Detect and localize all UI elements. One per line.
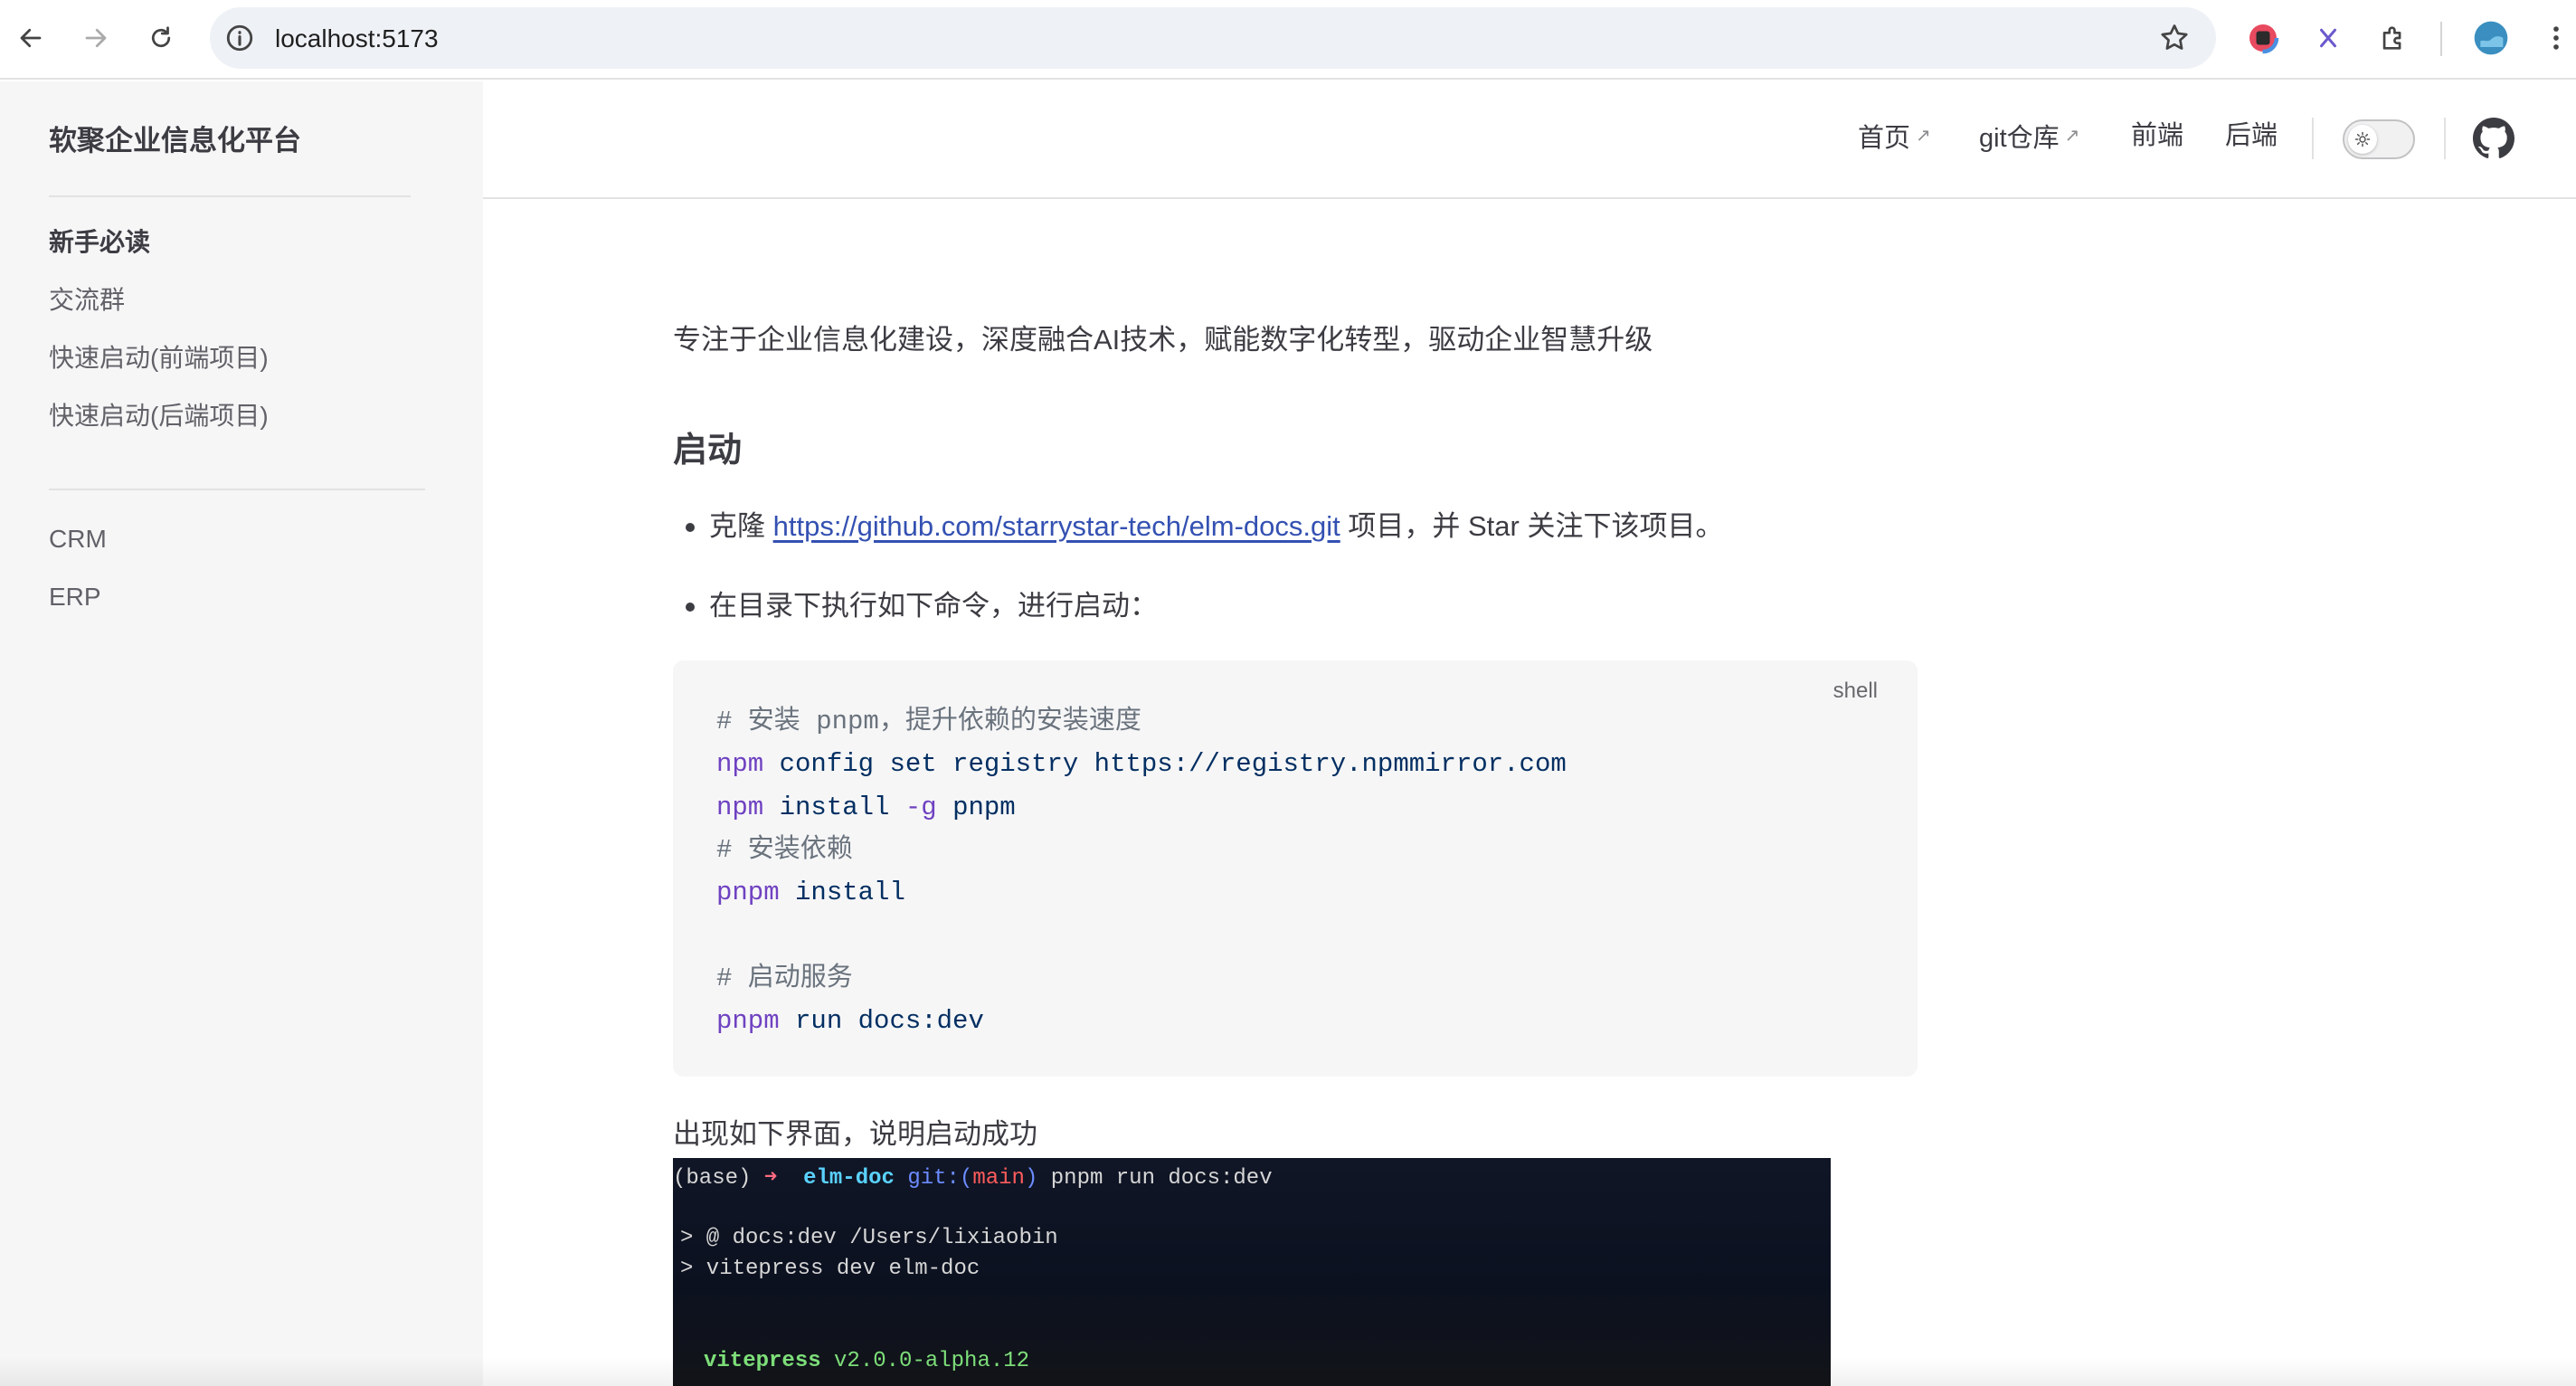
intro-text: 专注于企业信息化建设，深度融合AI技术，赋能数字化转型，驱动企业智慧升级: [673, 324, 1653, 356]
nav-divider: [2312, 118, 2314, 159]
terminal-output-line: > @ docs:dev /Users/lixiaobin: [680, 1226, 1058, 1250]
terminal-git: git:(: [907, 1166, 973, 1191]
site-info-icon[interactable]: [224, 23, 255, 53]
nav-link-git-repo[interactable]: git仓库 ↗: [1979, 118, 2079, 157]
code-language-label: shell: [1833, 679, 1878, 703]
code-args: install: [779, 878, 905, 908]
code-block: shell # 安装 pnpm，提升依赖的安装速度 npm config set…: [673, 660, 1918, 1077]
sidebar-divider: [49, 195, 411, 197]
github-icon[interactable]: [2473, 118, 2514, 159]
code-args: pnpm: [936, 792, 1016, 822]
nav-link-label: 首页: [1858, 124, 1911, 153]
nav-link-home[interactable]: 首页 ↗: [1858, 118, 1931, 157]
terminal-dir: elm-doc: [803, 1166, 895, 1191]
browser-toolbar: localhost:5173: [0, 0, 2576, 80]
external-link-icon: ↗: [2064, 126, 2080, 146]
sidebar-divider: [49, 489, 425, 490]
site-title[interactable]: 软聚企业信息化平台: [49, 118, 301, 158]
list-item-text: 项目，并 Star 关注下该项目。: [1340, 510, 1724, 542]
sidebar-item-erp[interactable]: ERP: [49, 579, 101, 615]
nav-divider: [2444, 118, 2446, 159]
list-item: 在目录下执行如下命令，进行启动：: [709, 590, 1158, 622]
arrow-left-icon: [20, 28, 42, 48]
extension-color-icon[interactable]: [2243, 18, 2283, 58]
terminal-git: ): [1024, 1166, 1038, 1191]
reload-icon: [151, 26, 171, 48]
terminal-arrow: ➜: [763, 1166, 778, 1191]
external-link-icon: ↗: [1916, 126, 1931, 146]
terminal-text: pnpm run docs:dev: [1037, 1166, 1273, 1191]
browser-menu-button[interactable]: [2536, 18, 2576, 58]
code-command: npm: [716, 749, 764, 780]
arrow-right-icon: [85, 28, 107, 48]
sidebar-item-quickstart-frontend[interactable]: 快速启动(前端项目): [49, 340, 269, 376]
terminal-screenshot: (base) ➜ elm-doc git:(main) pnpm run doc…: [673, 1158, 1831, 1386]
nav-link-label: git仓库: [1979, 124, 2060, 153]
code-args: run docs:dev: [779, 1006, 984, 1037]
nav-link-frontend[interactable]: 前端: [2131, 118, 2183, 154]
code-flag: -g: [904, 792, 937, 822]
sun-icon: [2348, 125, 2377, 154]
terminal-branch: main: [972, 1166, 1025, 1191]
sidebar-item-beginner[interactable]: 新手必读: [49, 224, 150, 261]
section-heading: 启动: [673, 432, 743, 470]
code-comment: # 启动服务: [716, 963, 853, 993]
extensions-puzzle-icon[interactable]: [2373, 18, 2413, 58]
code-command: pnpm: [716, 1006, 780, 1037]
url-text[interactable]: localhost:5173: [275, 24, 439, 54]
more-vert-icon: [2553, 26, 2559, 50]
code-command: npm: [716, 792, 764, 822]
top-navbar: 首页 ↗ git仓库 ↗ 前端 后端: [483, 81, 2576, 199]
sidebar-item-crm[interactable]: CRM: [49, 521, 107, 557]
bullet-dot: [686, 603, 695, 612]
theme-toggle[interactable]: [2343, 119, 2415, 159]
code-lines[interactable]: # 安装 pnpm，提升依赖的安装速度 npm config set regis…: [716, 700, 1567, 1042]
code-comment: # 安装依赖: [716, 834, 853, 865]
back-button[interactable]: [9, 16, 52, 60]
terminal-prompt-line: (base) ➜ elm-doc git:(main) pnpm run doc…: [673, 1165, 1273, 1192]
code-args: install: [763, 792, 905, 822]
toolbar-divider: [2440, 22, 2442, 56]
repo-link[interactable]: https://github.com/starrystar-tech/elm-d…: [773, 510, 1340, 542]
sidebar-item-group-chat[interactable]: 交流群: [49, 282, 125, 318]
profile-avatar[interactable]: [2471, 18, 2511, 58]
bullet-dot: [686, 523, 695, 532]
address-bar[interactable]: localhost:5173: [210, 7, 2216, 69]
reload-button[interactable]: [139, 16, 183, 60]
list-item-text: 克隆: [709, 510, 773, 542]
sidebar: 软聚企业信息化平台 新手必读 交流群 快速启动(前端项目) 快速启动(后端项目)…: [0, 81, 483, 1386]
bookmark-star-icon[interactable]: [2158, 22, 2191, 54]
nav-link-backend[interactable]: 后端: [2225, 118, 2278, 154]
extension-x-icon[interactable]: [2308, 18, 2348, 58]
list-item: 克隆 https://github.com/starrystar-tech/el…: [709, 507, 1723, 546]
terminal-text: (base): [673, 1166, 764, 1191]
forward-button[interactable]: [74, 16, 118, 60]
success-note: 出现如下界面，说明启动成功: [673, 1118, 1037, 1150]
terminal-output-line: > vitepress dev elm-doc: [680, 1257, 980, 1281]
code-args: config set registry https://registry.npm…: [763, 749, 1567, 780]
code-comment: # 安装 pnpm，提升依赖的安装速度: [716, 707, 1141, 736]
sidebar-item-quickstart-backend[interactable]: 快速启动(后端项目): [49, 398, 269, 434]
code-command: pnpm: [716, 878, 780, 908]
bottom-fade: [0, 1357, 2576, 1386]
